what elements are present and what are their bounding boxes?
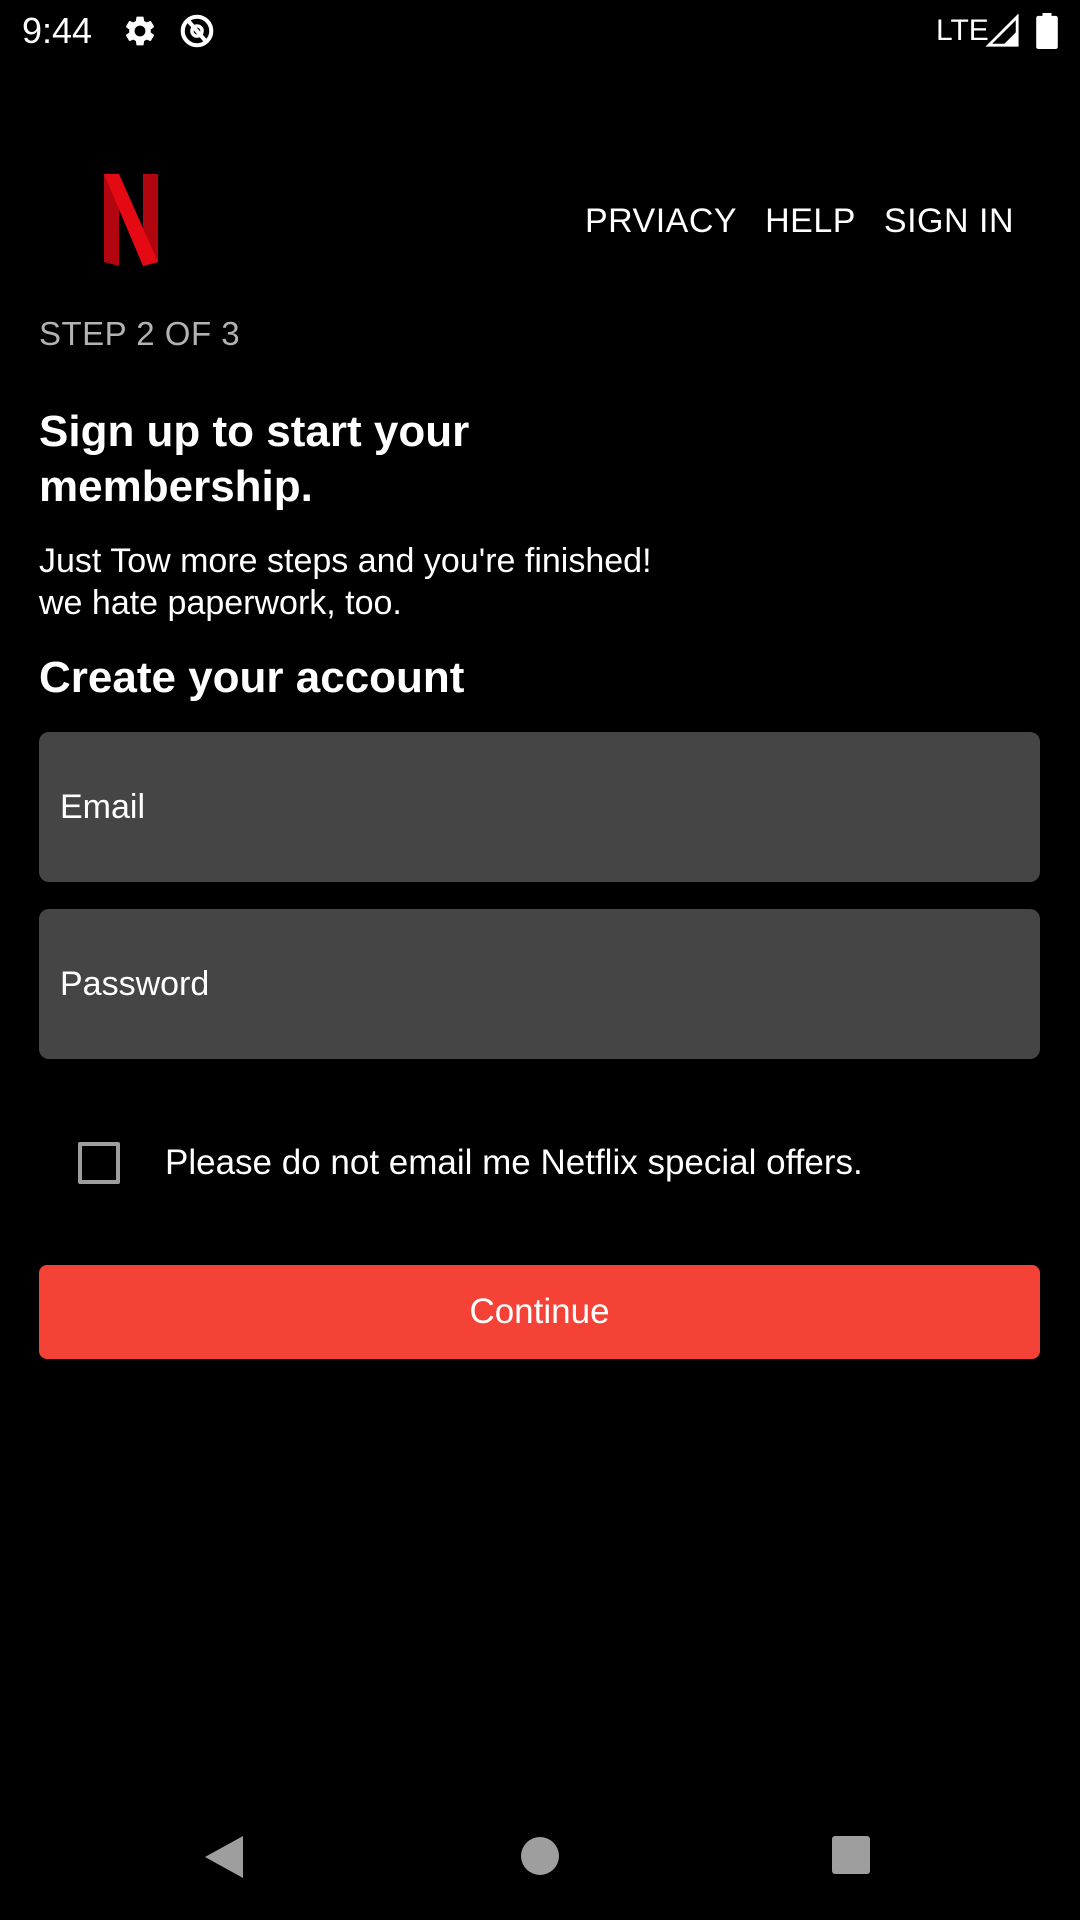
signal-icon xyxy=(985,14,1019,47)
step-indicator: STEP 2 OF 3 xyxy=(39,315,241,352)
network-type: LTE xyxy=(936,14,989,47)
continue-button[interactable]: Continue xyxy=(39,1265,1040,1359)
nav-link-help[interactable]: HELP xyxy=(765,200,856,242)
nav-link-privacy[interactable]: PRVIACY xyxy=(585,200,737,242)
data-saver-icon xyxy=(180,14,214,48)
home-icon[interactable] xyxy=(518,1834,562,1878)
offers-opt-out-row[interactable]: Please do not email me Netflix special o… xyxy=(78,1138,863,1188)
password-field[interactable] xyxy=(39,909,1040,1059)
offers-opt-out-checkbox[interactable] xyxy=(78,1142,120,1184)
offers-opt-out-label: Please do not email me Netflix special o… xyxy=(165,1143,863,1182)
status-time: 9:44 xyxy=(22,10,93,51)
top-nav: PRVIACY HELP SIGN IN xyxy=(585,200,1014,242)
gear-icon xyxy=(125,16,155,46)
subtitle-line: we hate paperwork, too. xyxy=(39,584,402,622)
email-field[interactable] xyxy=(39,732,1040,882)
back-icon[interactable] xyxy=(203,1834,245,1880)
status-bar: 9:44 LTE xyxy=(0,0,1080,63)
nav-link-sign-in[interactable]: SIGN IN xyxy=(884,200,1014,242)
subtitle-line: Just Tow more steps and you're finished! xyxy=(39,542,652,580)
recents-icon[interactable] xyxy=(830,1834,872,1876)
netflix-logo: N xyxy=(104,174,158,266)
subtitle: Just Tow more steps and you're finished!… xyxy=(39,540,759,624)
page-title: Sign up to start your membership. xyxy=(39,407,470,511)
battery-icon xyxy=(1036,13,1058,49)
section-title: Create your account xyxy=(39,653,465,702)
